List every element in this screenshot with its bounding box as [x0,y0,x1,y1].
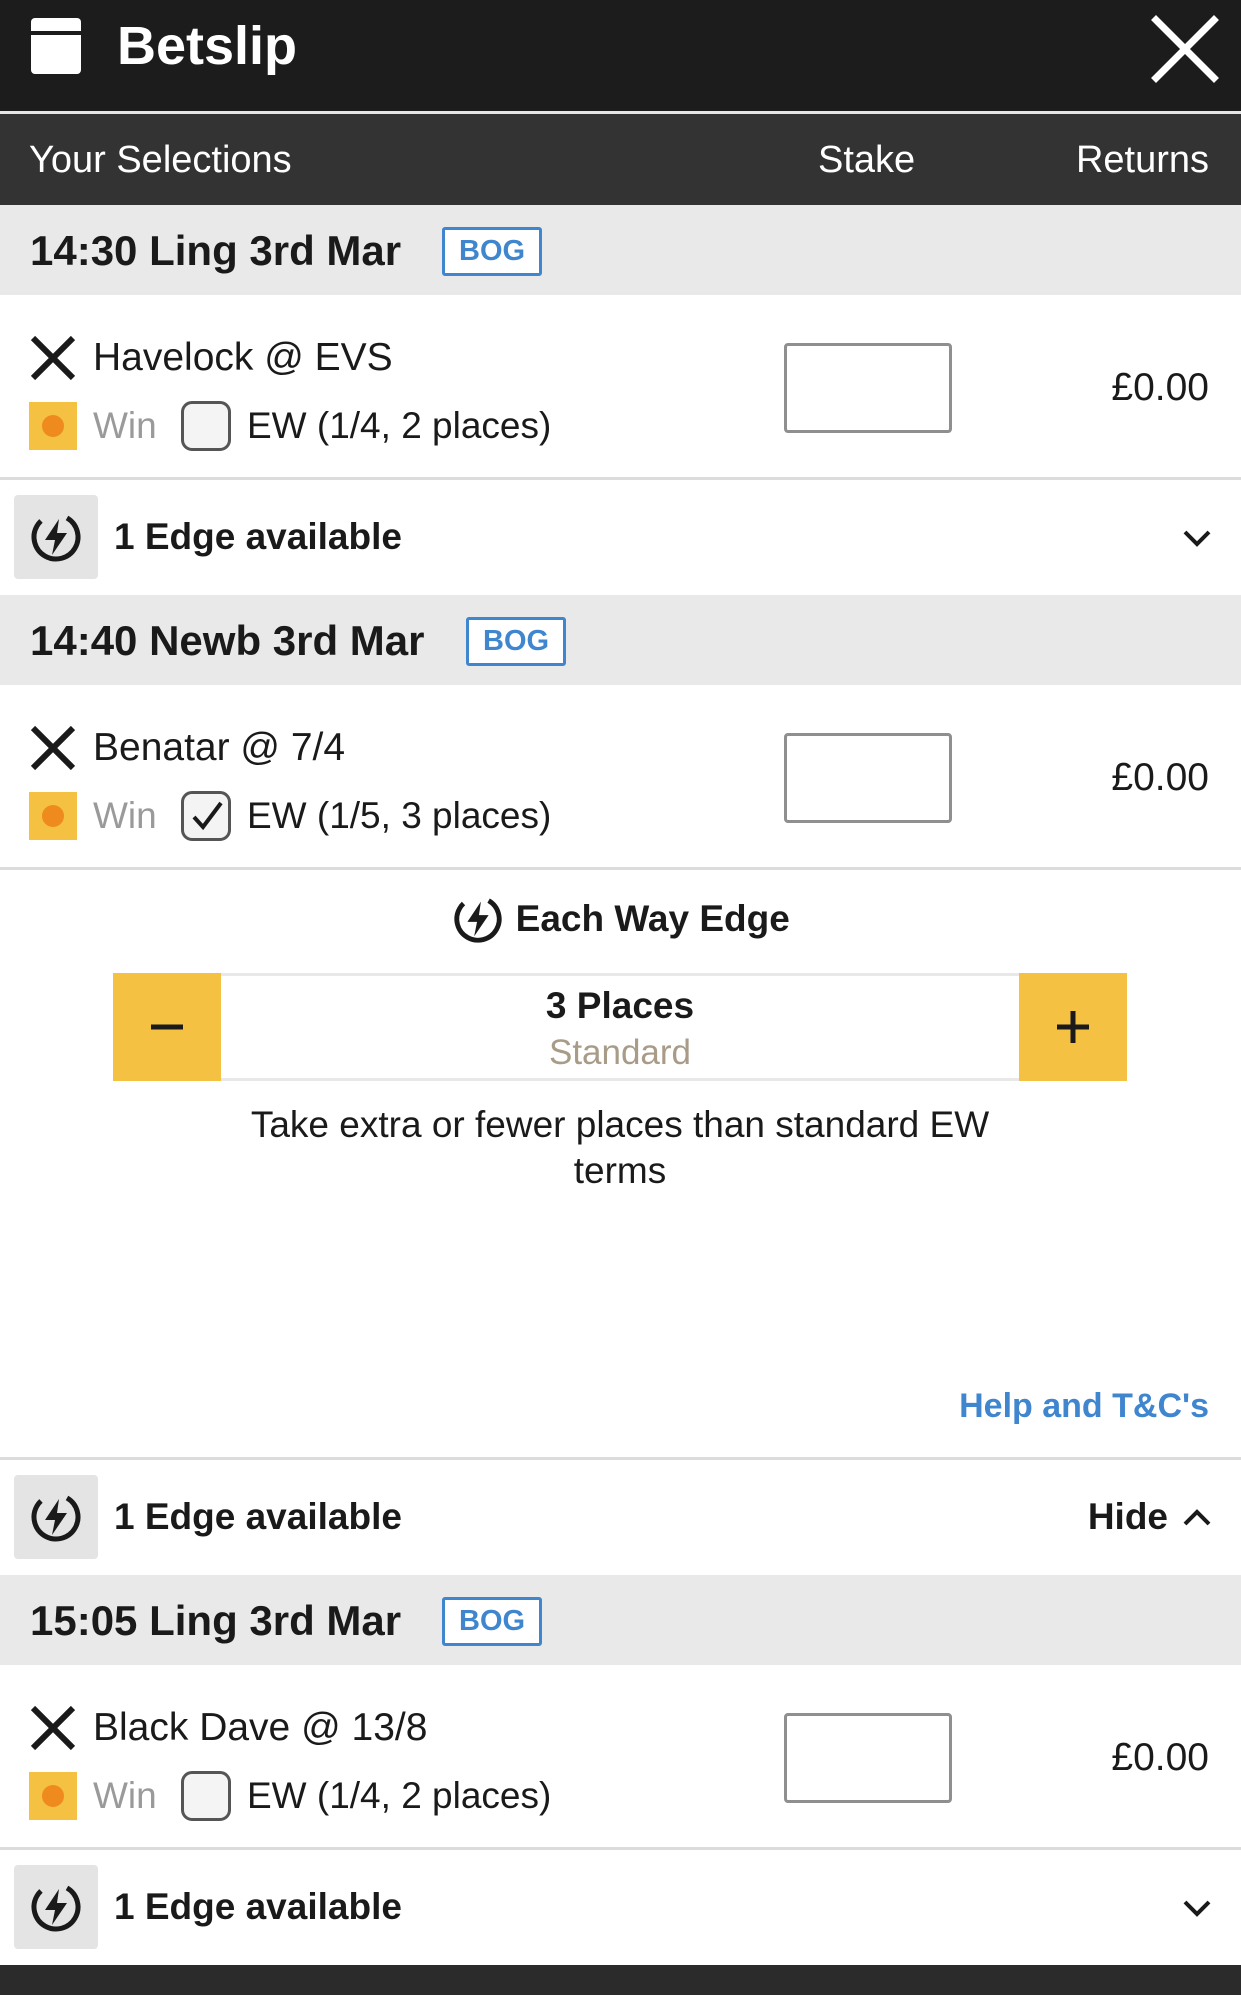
edge-toggle[interactable]: 1 Edge available [0,1850,1241,1965]
selection-name: Benatar @ 7/4 [93,726,346,769]
each-way-edge-description: Take extra or fewer places than standard… [250,1104,990,1191]
edge-toggle[interactable]: 1 Edge available [0,480,1241,595]
bog-badge: BOG [442,227,543,276]
places-stepper: 3 Places Standard [113,973,1127,1081]
each-way-edge-title: Each Way Edge [515,898,790,939]
page-title: Betslip [117,16,298,76]
stake-input[interactable] [784,343,952,433]
edge-lightning-icon [14,1475,98,1559]
places-subtitle: Standard [548,1033,692,1072]
selection-row: Black Dave @ 13/8 Win EW (1/4, 2 places)… [0,1665,1241,1850]
column-stake: Stake [818,139,916,181]
win-label: Win [93,795,157,836]
column-selections: Your Selections [29,139,292,181]
win-label: Win [93,1775,157,1816]
selection-row: Benatar @ 7/4 Win EW (1/5, 3 places) £0.… [0,685,1241,870]
edge-label: 1 Edge available [114,1886,402,1927]
each-way-edge-heading: Each Way Edge [0,892,1241,946]
stake-input[interactable] [784,733,952,823]
each-way-label: EW (1/5, 3 places) [247,795,552,836]
selection-name: Havelock @ EVS [93,336,393,379]
race-header: 15:05 Ling 3rd Mar BOG [0,1575,1241,1665]
race-title: 14:40 Newb 3rd Mar [30,617,425,664]
edge-lightning-icon [14,495,98,579]
stake-input[interactable] [784,1713,952,1803]
win-radio[interactable] [29,1772,77,1820]
chevron-up-icon [1181,1502,1213,1534]
edge-label: 1 Edge available [114,516,402,557]
bog-badge: BOG [442,1597,543,1646]
each-way-edge-panel: Each Way Edge 3 Places Standard Take ext… [0,870,1241,1460]
edge-lightning-icon [14,1865,98,1949]
places-value: 3 Places [545,985,695,1026]
selection-name: Black Dave @ 13/8 [93,1706,428,1749]
race-title: 14:30 Ling 3rd Mar [30,227,402,274]
edge-toggle[interactable]: 1 Edge available Hide [0,1460,1241,1575]
increase-places-button[interactable] [1019,973,1127,1081]
checkmark-icon [192,801,223,831]
selection-row: Havelock @ EVS Win EW (1/4, 2 places) £0… [0,295,1241,480]
race-header: 14:40 Newb 3rd Mar BOG [0,595,1241,685]
chevron-down-icon [1181,522,1213,554]
returns-value: £0.00 [1111,366,1209,409]
plus-icon [1057,1011,1089,1043]
remove-selection-icon[interactable] [28,1703,78,1753]
each-way-checkbox[interactable] [181,791,231,841]
each-way-checkbox[interactable] [181,1771,231,1821]
hide-label[interactable]: Hide [1088,1495,1168,1539]
remove-selection-icon[interactable] [28,723,78,773]
edge-label: 1 Edge available [114,1496,402,1537]
column-returns: Returns [1075,139,1209,181]
bottom-bar [0,1965,1241,1995]
remove-selection-icon[interactable] [28,333,78,383]
bog-badge: BOG [466,617,567,666]
win-label: Win [93,405,157,446]
betslip-header: Betslip [0,0,1241,111]
edge-lightning-icon [451,892,505,946]
win-radio[interactable] [29,402,77,450]
each-way-checkbox[interactable] [181,401,231,451]
returns-value: £0.00 [1111,756,1209,799]
race-title: 15:05 Ling 3rd Mar [30,1597,402,1644]
help-tcs-link[interactable]: Help and T&C's [959,1385,1209,1427]
chevron-down-icon [1181,1892,1213,1924]
race-header: 14:30 Ling 3rd Mar BOG [0,205,1241,295]
column-header: Your Selections Stake Returns [0,111,1241,205]
win-radio[interactable] [29,792,77,840]
each-way-label: EW (1/4, 2 places) [247,405,552,446]
each-way-label: EW (1/4, 2 places) [247,1775,552,1816]
close-icon[interactable] [1150,14,1220,84]
betslip-icon [31,18,81,74]
returns-value: £0.00 [1111,1736,1209,1779]
